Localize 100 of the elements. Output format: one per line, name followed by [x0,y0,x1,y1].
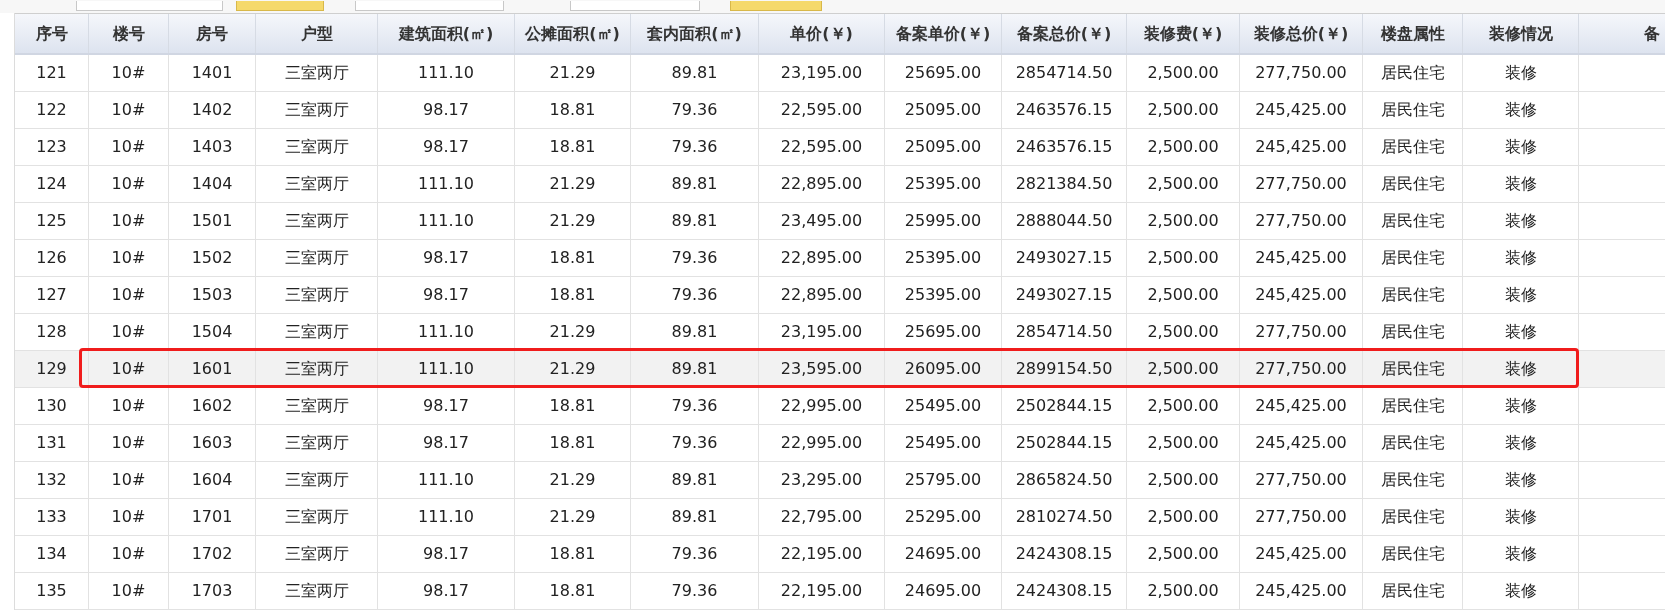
table-cell-text: 111.10 [418,173,474,195]
table-cell-text: 2,500.00 [1147,210,1219,232]
table-cell-text: 111.10 [418,210,474,232]
table-row[interactable]: 130 10# 1602 三室两厅 98.17 18.81 79.36 22,995.00 25495.00 2502844.15 2,500.00 245,425.00 居民住宅 装修 [15,388,1665,425]
table-row[interactable]: 134 10# 1702 三室两厅 98.17 18.81 79.36 22,195.00 24695.00 2424308.15 2,500.00 245,425.00 居民住宅 装修 [15,536,1665,573]
table-row[interactable]: 121 10# 1401 三室两厅 111.10 21.29 89.81 23,195.00 25695.00 2854714.50 2,500.00 277,750.00 居民住宅 装修 [15,55,1665,92]
table-cell-text: 22,595.00 [780,136,863,158]
table-cell-text: 22,795.00 [780,506,863,528]
table-cell-text: 89.81 [671,321,718,343]
table-row[interactable]: 131 10# 1603 三室两厅 98.17 18.81 79.36 22,995.00 25495.00 2502844.15 2,500.00 245,425.00 居民住宅 装修 [15,425,1665,462]
table-cell-text: 三室两厅 [284,432,349,454]
column-header[interactable]: 序号 [35,21,68,46]
table-cell-text: 111.10 [418,506,474,528]
column-header[interactable]: 装修费(￥) [1143,21,1223,46]
column-header[interactable]: 楼盘属性 [1380,21,1445,46]
table-cell-text: 98.17 [423,580,469,602]
table-cell-text: 2,500.00 [1147,395,1219,417]
toolbar-button[interactable] [730,1,822,11]
table-row[interactable]: 125 10# 1501 三室两厅 111.10 21.29 89.81 23,495.00 25995.00 2888044.50 2,500.00 277,750.00 居民住宅 装修 [15,203,1665,240]
input-field[interactable] [570,1,700,11]
table-cell-text: 245,425.00 [1255,136,1347,158]
table-cell-text: 三室两厅 [284,247,349,269]
table-cell-text: 22,895.00 [780,284,863,306]
table-cell-text: 245,425.00 [1255,247,1347,269]
table-cell-text: 245,425.00 [1255,580,1347,602]
column-header[interactable]: 公摊面积(㎡) [525,21,620,46]
table-row[interactable]: 128 10# 1504 三室两厅 111.10 21.29 89.81 23,195.00 25695.00 2854714.50 2,500.00 277,750.00 居民住宅 装修 [15,314,1665,351]
table-cell-text: 2424308.15 [1015,543,1113,565]
column-header[interactable]: 备 [1644,21,1660,46]
input-field[interactable] [355,1,504,11]
column-header[interactable]: 房号 [196,21,228,46]
column-header[interactable]: 建筑面积(㎡) [398,21,494,46]
table-cell-text: 135 [36,580,67,602]
table-cell-text: 三室两厅 [284,358,349,380]
table-row[interactable]: 124 10# 1404 三室两厅 111.10 21.29 89.81 22,895.00 25395.00 2821384.50 2,500.00 277,750.00 居民住宅 装修 [15,166,1665,203]
table-cell-text: 10# [111,247,146,269]
table-cell-text: 89.81 [671,506,718,528]
table-row[interactable]: 122 10# 1402 三室两厅 98.17 18.81 79.36 22,595.00 25095.00 2463576.15 2,500.00 245,425.00 居民住宅 装修 [15,92,1665,129]
table-cell-text: 10# [111,173,146,195]
table-cell-text: 居民住宅 [1380,395,1445,417]
table-cell-text: 居民住宅 [1380,432,1445,454]
table-cell-text: 居民住宅 [1380,173,1445,195]
input-field[interactable] [76,1,223,11]
column-header[interactable]: 楼号 [112,21,145,46]
column-header[interactable]: 户型 [300,21,333,46]
table-cell-text: 89.81 [671,210,718,232]
table-cell-text: 装修 [1504,321,1537,343]
column-header[interactable]: 单价(￥) [790,21,853,46]
table-cell-text: 18.81 [549,543,596,565]
table-row[interactable]: 133 10# 1701 三室两厅 111.10 21.29 89.81 22,795.00 25295.00 2810274.50 2,500.00 277,750.00 居民住宅 装修 [15,499,1665,536]
table-cell-text: 18.81 [549,136,596,158]
table-cell-text: 10# [111,432,146,454]
table-cell-text: 128 [36,321,67,343]
table-cell-text: 98.17 [423,136,469,158]
table-cell-text: 三室两厅 [284,173,349,195]
table-cell-text: 25695.00 [904,62,982,84]
table-cell-text: 25295.00 [904,506,982,528]
table-cell-text: 2,500.00 [1147,543,1219,565]
column-header[interactable]: 装修总价(￥) [1253,21,1349,46]
table-cell-text: 123 [36,136,67,158]
table-cell-text: 三室两厅 [284,136,349,158]
table-cell-text: 21.29 [549,506,596,528]
column-header[interactable]: 套内面积(㎡) [647,21,742,46]
table-row[interactable]: 135 10# 1703 三室两厅 98.17 18.81 79.36 22,195.00 24695.00 2424308.15 2,500.00 245,425.00 居民住宅 装修 [15,573,1665,610]
column-header[interactable]: 备案总价(￥) [1016,21,1112,46]
table-cell-text: 133 [36,506,67,528]
table-cell-text: 79.36 [671,247,718,269]
table-cell-text: 2,500.00 [1147,284,1219,306]
table-cell-text: 三室两厅 [284,395,349,417]
table-cell-text: 89.81 [671,173,718,195]
table-cell-text: 居民住宅 [1380,580,1445,602]
table-cell-text: 25695.00 [904,321,982,343]
table-cell-text: 111.10 [418,321,474,343]
table-cell-text: 三室两厅 [284,543,349,565]
table-row[interactable]: 123 10# 1403 三室两厅 98.17 18.81 79.36 22,595.00 25095.00 2463576.15 2,500.00 245,425.00 居民住宅 装修 [15,129,1665,166]
column-header[interactable]: 装修情况 [1488,21,1553,46]
table-cell-text: 21.29 [549,469,596,491]
table-row[interactable]: 126 10# 1502 三室两厅 98.17 18.81 79.36 22,895.00 25395.00 2493027.15 2,500.00 245,425.00 居民住宅 装修 [15,240,1665,277]
table-cell-text: 2502844.15 [1015,432,1113,454]
table-cell-text: 居民住宅 [1380,358,1445,380]
table-cell-text: 2810274.50 [1015,506,1113,528]
table-cell-text: 居民住宅 [1380,321,1445,343]
table-cell-text: 居民住宅 [1380,284,1445,306]
table-row[interactable]: 129 10# 1601 三室两厅 111.10 21.29 89.81 23,595.00 26095.00 2899154.50 2,500.00 277,750.00 居民住宅 装修 [15,351,1665,388]
column-header[interactable]: 备案单价(￥) [895,21,991,46]
table-cell-text: 2463576.15 [1015,136,1113,158]
table-cell-text: 居民住宅 [1380,506,1445,528]
table-cell-text: 1502 [191,247,233,269]
table-cell-text: 2854714.50 [1015,321,1113,343]
table-cell-text: 21.29 [549,321,596,343]
table-cell-text: 126 [36,247,67,269]
table-row[interactable]: 132 10# 1604 三室两厅 111.10 21.29 89.81 23,295.00 25795.00 2865824.50 2,500.00 277,750.00 居民住宅 装修 [15,462,1665,499]
table-cell-text: 三室两厅 [284,506,349,528]
table-cell-text: 21.29 [549,210,596,232]
table-cell-text: 10# [111,580,146,602]
table-cell-text: 131 [36,432,67,454]
table-cell-text: 23,195.00 [780,62,863,84]
table-row[interactable]: 127 10# 1503 三室两厅 98.17 18.81 79.36 22,895.00 25395.00 2493027.15 2,500.00 245,425.00 居民住宅 装修 [15,277,1665,314]
toolbar-button[interactable] [236,1,324,11]
table-cell-text: 2502844.15 [1015,395,1113,417]
